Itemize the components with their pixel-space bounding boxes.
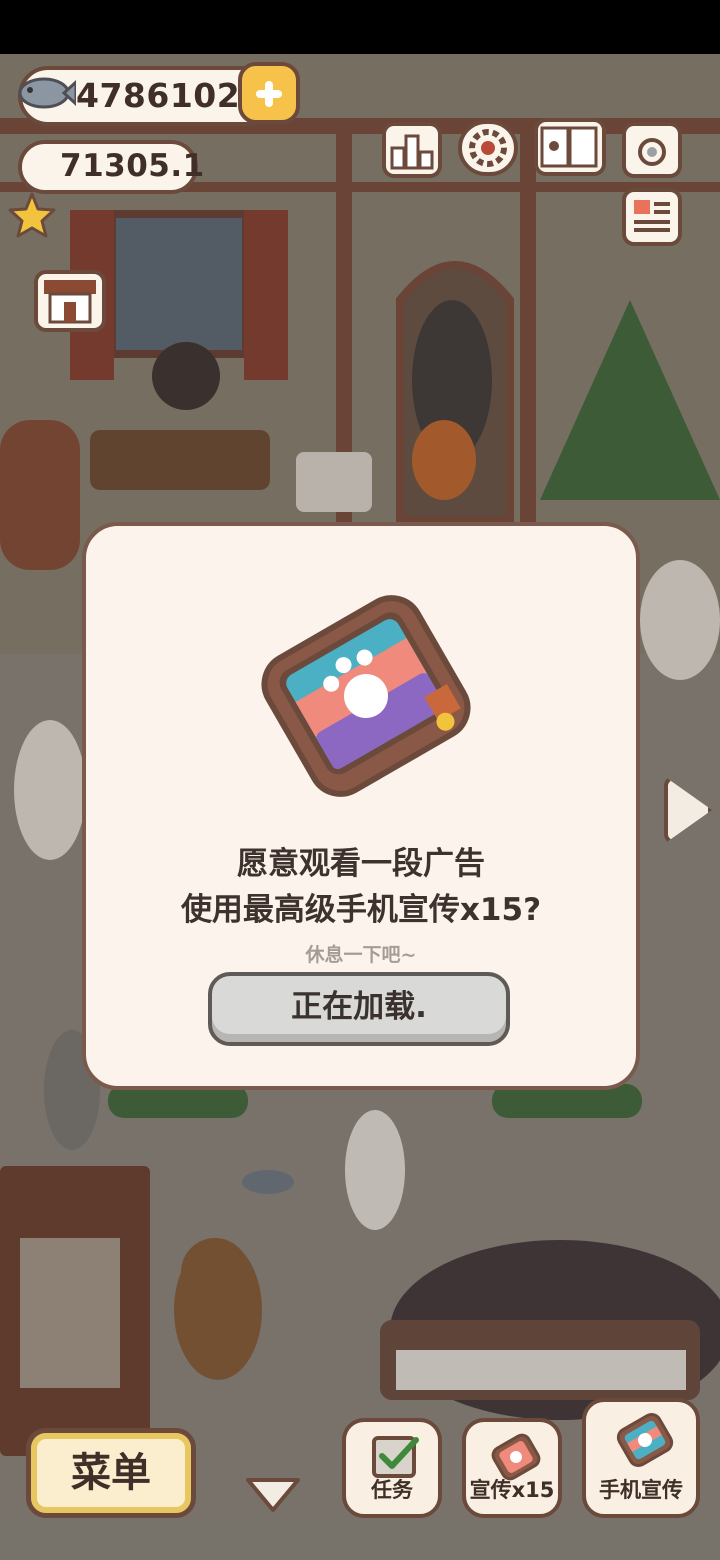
phone-promo-large-icon [616,1412,674,1468]
promo-x15-button[interactable]: 宣传x15 [462,1418,562,1518]
add-fish-button[interactable] [238,62,300,124]
loading-button[interactable]: 正在加载. [208,972,510,1046]
dialog-title-line1: 愿意观看一段广告 [237,846,485,882]
dialog-title-line2: 使用最高级手机宣传x15? [180,892,542,928]
star-icon [8,192,56,238]
book-icon[interactable] [534,118,606,176]
dialog-subtitle: 休息一下吧~ [305,944,417,966]
chevron-down-icon[interactable] [244,1476,302,1516]
star-count: 71305.1 [60,148,205,184]
status-bar [0,0,720,54]
menu-button[interactable]: 菜单 [26,1428,196,1518]
phone-promo-label: 手机宣传 [599,1478,683,1502]
watch-ad-dialog: 愿意观看一段广告 使用最高级手机宣传x15? 休息一下吧~ 正在加载. [82,522,640,1090]
leaderboard-icon[interactable] [382,122,442,178]
tasks-label: 任务 [371,1478,413,1502]
fish-icon [18,77,76,109]
gear-icon[interactable] [458,120,518,176]
camera-icon[interactable] [622,122,682,178]
star-counter: 71305.1 [18,140,204,194]
phone-promo-button[interactable]: 手机宣传 [582,1398,700,1518]
fish-count: 4786102 [76,76,241,115]
tasks-button[interactable]: 任务 [342,1418,442,1518]
promo-x15-label: 宣传x15 [469,1478,555,1502]
shop-icon[interactable] [34,270,106,332]
newspaper-icon[interactable] [622,188,682,246]
phone-promo-icon [261,595,471,797]
